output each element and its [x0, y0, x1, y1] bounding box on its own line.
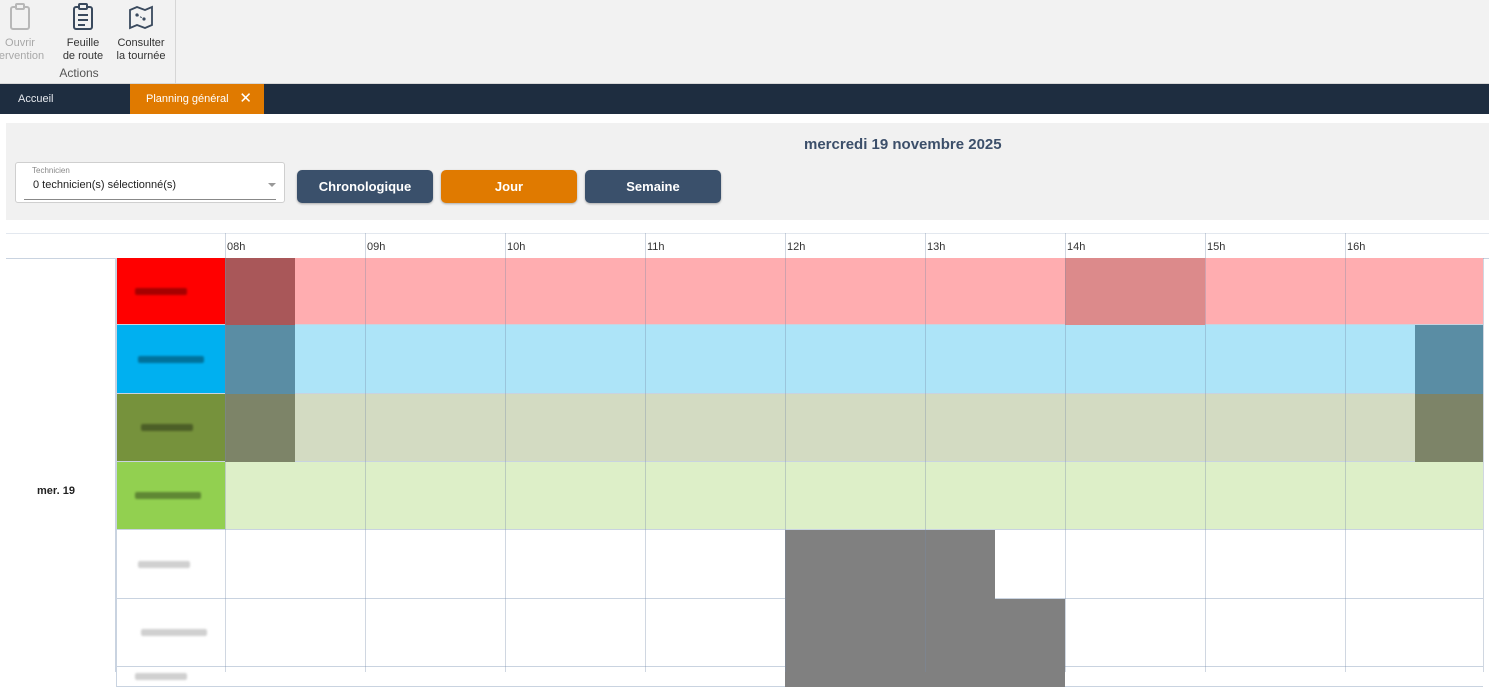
ribbon-toolbar: Ouvrir tervention Feuille de route Consu… [0, 0, 1489, 84]
hour-label: 16h [1347, 241, 1366, 253]
technician-name-redacted [135, 287, 187, 295]
clipboard-list-icon [73, 3, 93, 30]
day-label: mer. 19 [37, 485, 75, 497]
technician-name-redacted [141, 629, 207, 636]
route-sheet-button[interactable]: Feuille de route [53, 0, 113, 62]
technician-name-redacted [135, 673, 187, 680]
technician-cell[interactable] [116, 462, 225, 530]
route-sheet-label: Feuille de route [62, 37, 104, 62]
planning-row[interactable] [225, 462, 1483, 530]
appointment-block[interactable] [225, 325, 295, 394]
close-icon[interactable]: ✕ [239, 84, 252, 114]
appointment-block[interactable] [1415, 325, 1483, 394]
tab-home[interactable]: Accueil [0, 84, 130, 114]
technician-name-redacted [135, 492, 201, 499]
hour-gridline [225, 233, 226, 672]
day-view-button[interactable]: Jour [441, 170, 577, 203]
hour-gridline [1345, 233, 1346, 672]
hour-label: 10h [507, 241, 526, 253]
grid-right-edge [1483, 258, 1484, 672]
technician-select[interactable]: Technicien 0 technicien(s) sélectionné(s… [15, 162, 285, 203]
clipboard-icon [10, 3, 30, 30]
hour-gridline [1205, 233, 1206, 672]
appointment-block[interactable] [1065, 258, 1205, 325]
technician-cell[interactable] [116, 258, 225, 325]
tab-bar: Accueil Planning général ✕ [0, 84, 1489, 114]
planning-row[interactable] [225, 394, 1483, 462]
chevron-down-icon [268, 183, 276, 187]
technician-select-value: 0 technicien(s) sélectionné(s) [33, 179, 177, 191]
header-top-line [6, 233, 1489, 234]
tab-home-label: Accueil [18, 93, 54, 105]
hour-gridline [785, 233, 786, 672]
hour-label: 11h [647, 241, 665, 253]
actions-group: Ouvrir tervention Feuille de route Consu… [0, 0, 176, 84]
hour-label: 12h [787, 241, 806, 253]
tab-planning-label: Planning général [146, 93, 229, 105]
technician-cell[interactable] [116, 667, 225, 687]
planning-grid: mer. 19 08h 09h 10h 11h 12h 13h 14h 15h 16h [6, 233, 1489, 687]
open-intervention-button[interactable]: Ouvrir tervention [0, 0, 50, 62]
planning-row[interactable] [225, 258, 1483, 325]
hour-label: 14h [1067, 241, 1086, 253]
planning-row[interactable] [225, 325, 1483, 394]
select-underline [24, 199, 276, 200]
technician-cell[interactable] [116, 599, 225, 667]
tab-planning[interactable]: Planning général ✕ [130, 84, 264, 114]
hour-gridline [365, 233, 366, 672]
technician-name-redacted [141, 424, 193, 431]
technician-name-redacted [138, 355, 204, 363]
hour-label: 08h [227, 241, 246, 253]
hour-label: 13h [927, 241, 946, 253]
hour-label: 15h [1207, 241, 1226, 253]
technician-select-label: Technicien [32, 166, 70, 175]
hour-gridline [925, 233, 926, 672]
actions-group-title: Actions [59, 66, 99, 80]
filter-panel: mercredi 19 novembre 2025 Technicien 0 t… [6, 123, 1489, 220]
day-column: mer. 19 [6, 258, 116, 672]
page-title: mercredi 19 novembre 2025 [804, 136, 1002, 153]
technician-cell[interactable] [116, 325, 225, 394]
hour-gridline [1065, 233, 1066, 672]
view-tour-label: Consulter la tournée [116, 37, 166, 62]
technician-name-redacted [138, 560, 190, 568]
hour-gridline [505, 233, 506, 672]
view-tour-button[interactable]: Consulter la tournée [111, 0, 171, 62]
appointment-block[interactable] [785, 530, 995, 599]
appointment-block[interactable] [225, 394, 295, 462]
hour-label: 09h [367, 241, 386, 253]
appointment-block[interactable] [225, 258, 295, 325]
chronological-view-button[interactable]: Chronologique [297, 170, 433, 203]
open-intervention-label: Ouvrir tervention [0, 37, 45, 62]
appointment-block[interactable] [1415, 394, 1483, 462]
map-icon [129, 5, 153, 30]
week-view-button[interactable]: Semaine [585, 170, 721, 203]
hour-gridline [645, 233, 646, 672]
technician-cell[interactable] [116, 394, 225, 462]
technician-cell[interactable] [116, 530, 225, 599]
